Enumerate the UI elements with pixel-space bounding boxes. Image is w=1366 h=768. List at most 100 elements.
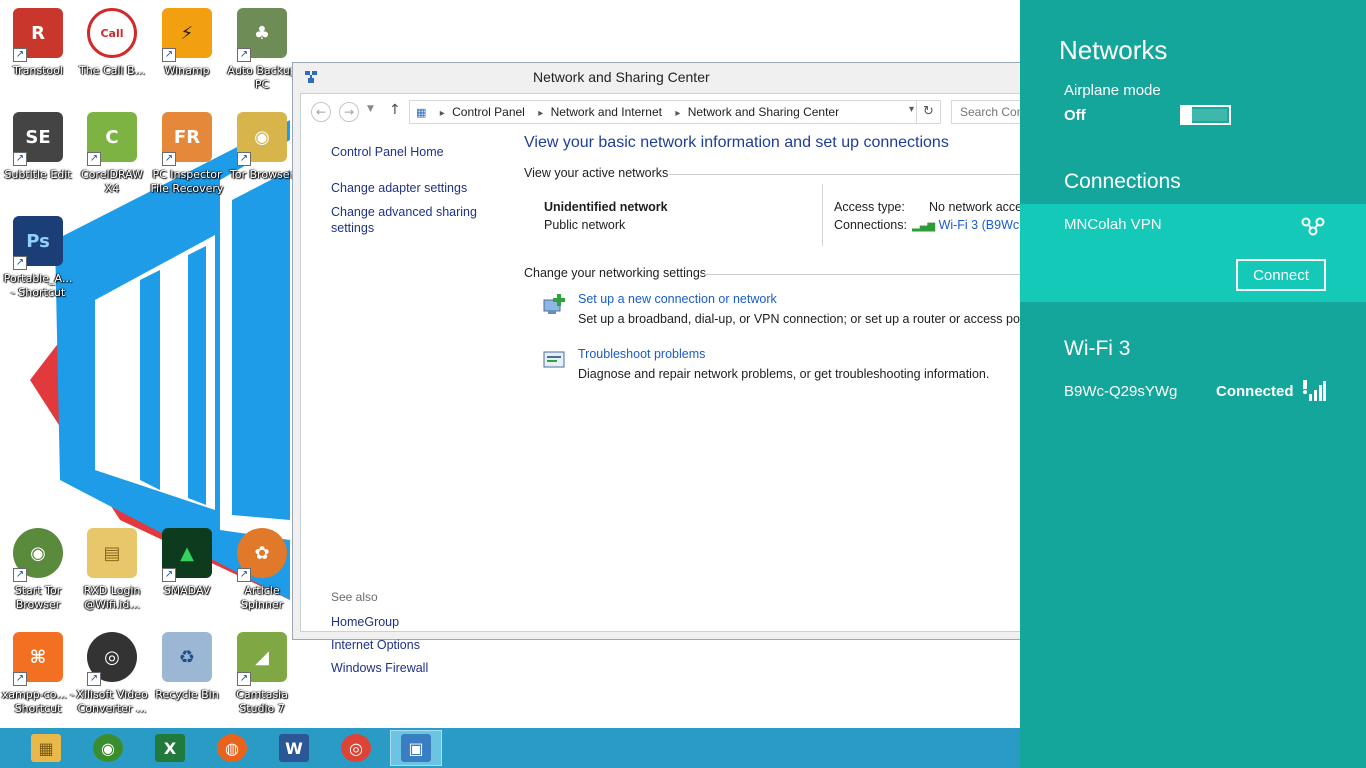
desktop-icon-pc-inspector[interactable]: FR ↗ PC Inspector File Recovery (149, 112, 225, 196)
network-type-link: Public network (544, 218, 626, 232)
refresh-icon: ↻ (923, 104, 934, 119)
connections-label: Connections: (834, 218, 907, 232)
camtasia-icon: ◢ ↗ (237, 632, 287, 686)
start-tor-icon: ◉ ↗ (13, 528, 63, 582)
window-title: Network and Sharing Center (533, 69, 710, 85)
see-also-header: See also (331, 590, 378, 604)
toggle-track (1192, 109, 1227, 121)
charm-title: Networks (1059, 35, 1168, 65)
airplane-mode-state: Off (1064, 107, 1086, 124)
wifi-signal-warning-icon (1303, 380, 1326, 401)
photoshop-icon: Ps ↗ (13, 216, 63, 270)
main-content: View your basic network information and … (524, 134, 1084, 400)
new-connection-description: Set up a broadband, dial-up, or VPN conn… (578, 312, 1037, 326)
chevron-down-icon: ▼ (367, 104, 374, 114)
task-troubleshoot: Troubleshoot problems Diagnose and repai… (524, 345, 1030, 400)
vpn-icon (1301, 217, 1325, 236)
desktop-icon-camtasia[interactable]: ◢ ↗ Camtasia Studio 7 (224, 632, 300, 716)
vpn-connection-item[interactable]: MNColah VPN Connect (1020, 204, 1366, 302)
change-settings-header: Change your networking settings (524, 266, 707, 280)
taskbar-chrome[interactable]: ◎ (330, 730, 382, 766)
file-explorer-icon: ▦ (31, 734, 61, 762)
taskbar-firefox[interactable]: ◍ (206, 730, 258, 766)
up-button[interactable]: ↑ (389, 102, 401, 118)
desktop-icon-start-tor[interactable]: ◉ ↗ Start Tor Browser (0, 528, 76, 612)
desktop-icon-subtitle-edit[interactable]: SE ↗ Subtitle Edit (0, 112, 76, 182)
change-settings-section: Change your networking settings (524, 266, 1030, 282)
breadcrumb-network-sharing-center[interactable]: Network and Sharing Center (688, 105, 839, 119)
taskbar-excel[interactable]: X (144, 730, 196, 766)
troubleshoot-description: Diagnose and repair network problems, or… (578, 367, 990, 381)
desktop-icon-recycle-bin[interactable]: ♻ Recycle Bin (149, 632, 225, 702)
windows-firewall-link[interactable]: Windows Firewall (331, 657, 501, 680)
window-content: ← → ▼ ↑ ▦ ▸ Control Panel ▸ Network and … (300, 93, 1084, 675)
network-name: Unidentified network (544, 200, 668, 214)
winamp-icon: ⚡ ↗ (162, 8, 212, 62)
section-divider (669, 174, 1030, 175)
transtool-icon: R ↗ (13, 8, 63, 62)
taskbar-file-explorer[interactable]: ▦ (20, 730, 72, 766)
wifi-header: Wi-Fi 3 (1064, 337, 1131, 360)
smadav-icon: ▲ ↗ (162, 528, 212, 582)
new-connection-icon (543, 294, 565, 314)
control-panel-icon: ▦ (416, 106, 427, 119)
active-networks-header: View your active networks (524, 166, 669, 180)
access-type-value: No network access (929, 200, 1035, 214)
taskbar: ▦ ◉ X ◍ W ◎ ▣ (0, 728, 1020, 768)
change-advanced-sharing-link[interactable]: Change advanced sharing settings (331, 204, 501, 236)
active-networks-section: View your active networks (524, 166, 1030, 182)
back-button[interactable]: ← (311, 102, 331, 122)
refresh-button[interactable]: ↻ (916, 101, 940, 123)
recent-locations-dropdown[interactable]: ▼ (367, 104, 374, 114)
address-dropdown-icon[interactable]: ▾ (909, 104, 914, 115)
back-arrow-icon: ← (315, 105, 327, 119)
desktop-icon-transtool[interactable]: R ↗ Transtool (0, 8, 76, 78)
new-connection-link[interactable]: Set up a new connection or network (578, 292, 777, 306)
desktop-icon-xampp[interactable]: ⌘ ↗ xampp-co... - Shortcut (0, 632, 76, 716)
desktop-icon-smadav[interactable]: ▲ ↗ SMADAV (149, 528, 225, 598)
call-back-icon: Call (87, 8, 137, 58)
desktop-icon-tor-browser[interactable]: ◉ ↗ Tor Browser (224, 112, 300, 182)
recycle-bin-icon: ♻ (162, 632, 212, 682)
xampp-icon: ⌘ ↗ (13, 632, 63, 686)
window-titlebar[interactable]: Network and Sharing Center (293, 63, 1031, 91)
breadcrumb-network-and-internet[interactable]: Network and Internet (551, 105, 662, 119)
desktop-icon-rxd-login[interactable]: ▤ RXD Login @Wifi.id... (74, 528, 150, 612)
breadcrumb-control-panel[interactable]: Control Panel (452, 105, 525, 119)
wifi-connection-status: Connected (1216, 383, 1294, 400)
address-box[interactable]: ▦ ▸ Control Panel ▸ Network and Internet… (409, 100, 941, 124)
homegroup-link[interactable]: HomeGroup (331, 611, 501, 634)
up-arrow-icon: ↑ (389, 102, 401, 118)
troubleshoot-link[interactable]: Troubleshoot problems (578, 347, 705, 361)
connect-button[interactable]: Connect (1236, 259, 1326, 291)
desktop-icon-xilisoft[interactable]: ◎ ↗ Xilisoft Video Converter ... (74, 632, 150, 716)
toggle-thumb (1182, 105, 1192, 125)
desktop-icon-call-back[interactable]: Call The Call B... (74, 8, 150, 78)
desktop-icon-photoshop[interactable]: Ps ↗ Portable_A... - Shortcut (0, 216, 76, 300)
forward-button[interactable]: → (339, 102, 359, 122)
address-bar-row: ← → ▼ ↑ ▦ ▸ Control Panel ▸ Network and … (301, 94, 1041, 128)
forward-arrow-icon: → (343, 105, 355, 119)
breadcrumb-separator-icon: ▸ (675, 108, 681, 119)
desktop-icon-coreldraw[interactable]: C ↗ CorelDRAW X4 (74, 112, 150, 196)
desktop-icon-winamp[interactable]: ⚡ ↗ Winamp (149, 8, 225, 78)
internet-options-link[interactable]: Internet Options (331, 634, 501, 657)
airplane-mode-toggle[interactable] (1180, 105, 1231, 125)
breadcrumb: ▦ ▸ Control Panel ▸ Network and Internet… (416, 105, 843, 119)
subtitle-edit-icon: SE ↗ (13, 112, 63, 166)
taskbar-internet-download-manager[interactable]: ◉ (82, 730, 134, 766)
network-sharing-center-window: Network and Sharing Center ← → ▼ ↑ ▦ ▸ C… (292, 62, 1084, 675)
taskbar-network-sharing-center[interactable]: ▣ (390, 730, 442, 766)
left-navigation: Control Panel Home Change adapter settin… (331, 144, 501, 236)
taskbar-word[interactable]: W (268, 730, 320, 766)
chrome-icon: ◎ (341, 734, 371, 762)
desktop-icon-article-spinner[interactable]: ✿ ↗ Article Spinner (224, 528, 300, 612)
internet-download-manager-icon: ◉ (93, 734, 123, 762)
change-adapter-settings-link[interactable]: Change adapter settings (331, 180, 501, 196)
folder-icon: ▤ (87, 528, 137, 578)
vpn-name: MNColah VPN (1064, 216, 1162, 233)
control-panel-home-link[interactable]: Control Panel Home (331, 144, 501, 160)
see-also-section: See also HomeGroup Internet Options Wind… (331, 590, 501, 680)
desktop-icon-auto-backup[interactable]: ♣ ↗ Auto Backup PC (224, 8, 300, 92)
wifi-network-name[interactable]: B9Wc-Q29sYWg (1064, 383, 1177, 400)
